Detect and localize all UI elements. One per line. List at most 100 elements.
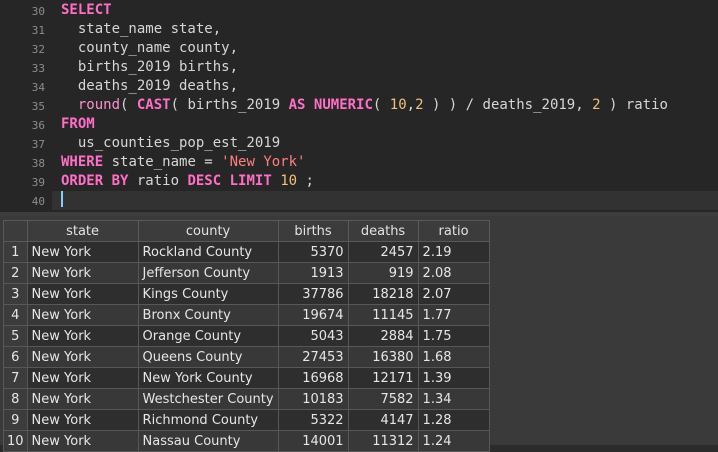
- cell-ratio[interactable]: 1.68: [417, 346, 490, 368]
- cell-state[interactable]: New York: [26, 304, 139, 326]
- cell-births[interactable]: 5322: [277, 409, 349, 431]
- cell-deaths[interactable]: 11145: [347, 304, 419, 326]
- cell-births[interactable]: 19674: [277, 304, 349, 326]
- cell-deaths[interactable]: 18218: [347, 283, 419, 305]
- results-grid[interactable]: state county births deaths ratio 1 New Yo…: [0, 216, 718, 452]
- current-line[interactable]: [52, 191, 718, 210]
- row-number[interactable]: 7: [3, 367, 28, 389]
- line-number: 37: [31, 138, 45, 151]
- row-number[interactable]: 6: [3, 346, 28, 368]
- line-number: 30: [31, 5, 45, 18]
- cell-county[interactable]: Jefferson County: [137, 262, 279, 284]
- code-line[interactable]: round( CAST( births_2019 AS NUMERIC( 10,…: [61, 96, 668, 115]
- column-header-county[interactable]: county: [137, 220, 279, 242]
- cell-ratio[interactable]: 1.77: [417, 304, 490, 326]
- column-header-ratio[interactable]: ratio: [417, 220, 490, 242]
- row-number[interactable]: 4: [3, 304, 28, 326]
- cell-ratio[interactable]: 1.24: [417, 430, 490, 452]
- row-number-header[interactable]: [3, 220, 28, 242]
- code-line[interactable]: FROM: [61, 115, 95, 134]
- code-line[interactable]: births_2019 births,: [61, 58, 238, 77]
- cell-deaths[interactable]: 4147: [347, 409, 419, 431]
- code-line[interactable]: county_name county,: [61, 39, 238, 58]
- code-line[interactable]: deaths_2019 deaths,: [61, 77, 238, 96]
- cell-ratio[interactable]: 1.28: [417, 409, 490, 431]
- column-header-state[interactable]: state: [26, 220, 139, 242]
- cell-births[interactable]: 27453: [277, 346, 349, 368]
- line-number-gutter: 30 31 32 33 34 35 36 37 38 39 40: [0, 0, 52, 214]
- cell-ratio[interactable]: 2.08: [417, 262, 490, 284]
- cell-county[interactable]: Richmond County: [137, 409, 279, 431]
- line-number: 31: [31, 24, 45, 37]
- cell-county[interactable]: Orange County: [137, 325, 279, 347]
- cell-deaths[interactable]: 7582: [347, 388, 419, 410]
- table-row[interactable]: 4 New York Bronx County 19674 11145 1.77: [3, 304, 490, 326]
- cell-state[interactable]: New York: [26, 346, 139, 368]
- table-row[interactable]: 2 New York Jefferson County 1913 919 2.08: [3, 262, 490, 284]
- column-header-deaths[interactable]: deaths: [347, 220, 419, 242]
- cell-births[interactable]: 10183: [277, 388, 349, 410]
- cell-births[interactable]: 5370: [277, 241, 349, 263]
- cell-deaths[interactable]: 2457: [347, 241, 419, 263]
- cell-ratio[interactable]: 2.19: [417, 241, 490, 263]
- line-number: 38: [31, 157, 45, 170]
- row-number[interactable]: 2: [3, 262, 28, 284]
- cell-ratio[interactable]: 1.39: [417, 367, 490, 389]
- code-line[interactable]: us_counties_pop_est_2019: [61, 134, 280, 153]
- column-header-births[interactable]: births: [277, 220, 349, 242]
- cell-state[interactable]: New York: [26, 262, 139, 284]
- cell-deaths[interactable]: 919: [347, 262, 419, 284]
- table-row[interactable]: 9 New York Richmond County 5322 4147 1.28: [3, 409, 490, 431]
- cell-deaths[interactable]: 12171: [347, 367, 419, 389]
- table-row[interactable]: 10 New York Nassau County 14001 11312 1.24: [3, 430, 490, 452]
- row-number[interactable]: 9: [3, 409, 28, 431]
- cell-county[interactable]: Kings County: [137, 283, 279, 305]
- code-line[interactable]: ORDER BY ratio DESC LIMIT 10 ;: [61, 172, 314, 191]
- line-number: 33: [31, 62, 45, 75]
- cell-ratio[interactable]: 2.07: [417, 283, 490, 305]
- cell-ratio[interactable]: 1.34: [417, 388, 490, 410]
- row-number[interactable]: 8: [3, 388, 28, 410]
- code-line[interactable]: WHERE state_name = 'New York': [61, 153, 305, 172]
- cell-births[interactable]: 1913: [277, 262, 349, 284]
- cell-county[interactable]: Queens County: [137, 346, 279, 368]
- code-line[interactable]: SELECT: [61, 1, 112, 20]
- cell-county[interactable]: Rockland County: [137, 241, 279, 263]
- line-number: 32: [31, 43, 45, 56]
- row-number[interactable]: 3: [3, 283, 28, 305]
- cell-state[interactable]: New York: [26, 325, 139, 347]
- cell-births[interactable]: 5043: [277, 325, 349, 347]
- cell-county[interactable]: Nassau County: [137, 430, 279, 452]
- sql-editor[interactable]: 30 31 32 33 34 35 36 37 38 39 40 SELECT …: [0, 0, 718, 216]
- cell-state[interactable]: New York: [26, 388, 139, 410]
- cell-deaths[interactable]: 11312: [347, 430, 419, 452]
- cell-county[interactable]: Bronx County: [137, 304, 279, 326]
- cell-county[interactable]: New York County: [137, 367, 279, 389]
- cell-births[interactable]: 37786: [277, 283, 349, 305]
- line-number: 34: [31, 81, 45, 94]
- row-number[interactable]: 5: [3, 325, 28, 347]
- cell-county[interactable]: Westchester County: [137, 388, 279, 410]
- table-row[interactable]: 5 New York Orange County 5043 2884 1.75: [3, 325, 490, 347]
- results-table: state county births deaths ratio 1 New Yo…: [3, 220, 490, 452]
- table-row[interactable]: 1 New York Rockland County 5370 2457 2.19: [3, 241, 490, 263]
- table-row[interactable]: 3 New York Kings County 37786 18218 2.07: [3, 283, 490, 305]
- cell-births[interactable]: 16968: [277, 367, 349, 389]
- table-row[interactable]: 6 New York Queens County 27453 16380 1.68: [3, 346, 490, 368]
- cell-ratio[interactable]: 1.75: [417, 325, 490, 347]
- cell-state[interactable]: New York: [26, 241, 139, 263]
- code-line[interactable]: state_name state,: [61, 20, 221, 39]
- cell-births[interactable]: 14001: [277, 430, 349, 452]
- cell-state[interactable]: New York: [26, 409, 139, 431]
- table-row[interactable]: 7 New York New York County 16968 12171 1.39: [3, 367, 490, 389]
- row-number[interactable]: 1: [3, 241, 28, 263]
- code-area[interactable]: SELECT state_name state, county_name cou…: [52, 0, 718, 214]
- cell-state[interactable]: New York: [26, 430, 139, 452]
- line-number: 35: [31, 100, 45, 113]
- cell-state[interactable]: New York: [26, 367, 139, 389]
- row-number[interactable]: 10: [3, 430, 28, 452]
- cell-deaths[interactable]: 16380: [347, 346, 419, 368]
- table-row[interactable]: 8 New York Westchester County 10183 7582 1.34: [3, 388, 490, 410]
- cell-deaths[interactable]: 2884: [347, 325, 419, 347]
- cell-state[interactable]: New York: [26, 283, 139, 305]
